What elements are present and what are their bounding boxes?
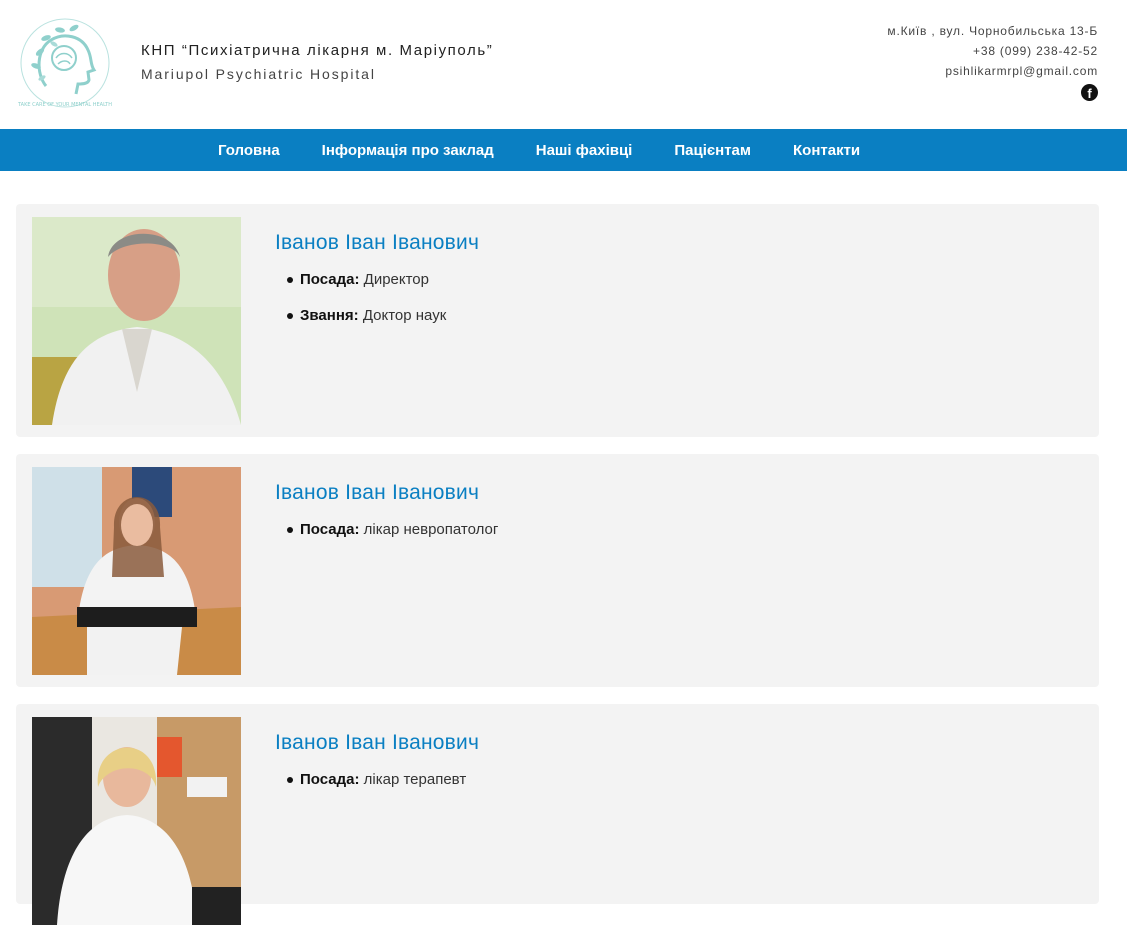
staff-position: Посада: лікар терапевт [287, 770, 466, 790]
hospital-title-en: Mariupol Psychiatric Hospital [141, 66, 376, 82]
staff-position: Посада: лікар невропатолог [287, 520, 498, 540]
staff-card: Іванов Іван Іванович Посада: Директор Зв… [16, 204, 1099, 437]
staff-card: Іванов Іван Іванович Посада: лікар терап… [16, 704, 1099, 925]
site-titles: КНП “Психіатрична лікарня м. Маріуполь” … [141, 42, 493, 82]
nav-item-specialists[interactable]: Наші фахівці [536, 142, 633, 159]
nav-item-patients[interactable]: Пацієнтам [674, 142, 751, 159]
staff-info-list: Посада: Директор Звання: Доктор наук [287, 270, 446, 342]
brain-head-logo-icon: TAKE CARE OF YOUR MENTAL HEALTH [17, 18, 112, 108]
main-nav: Головна Інформація про заклад Наші фахів… [0, 129, 1127, 171]
facebook-icon[interactable]: f [1081, 84, 1098, 101]
staff-name: Іванов Іван Іванович [275, 731, 480, 754]
email-link[interactable]: psihlikarmrpl@gmail.com [887, 61, 1098, 81]
staff-photo [32, 717, 241, 925]
staff-photo [32, 467, 241, 675]
staff-info-list: Посада: лікар невропатолог [287, 520, 498, 556]
nav-item-home[interactable]: Головна [218, 142, 280, 159]
site-header: TAKE CARE OF YOUR MENTAL HEALTH КНП “Пси… [0, 0, 1127, 129]
phone-link[interactable]: +38 (099) 238-42-52 [887, 41, 1098, 61]
logo-text: TAKE CARE OF YOUR MENTAL HEALTH [17, 102, 112, 108]
staff-position: Посада: Директор [287, 270, 446, 290]
staff-info-list: Посада: лікар терапевт [287, 770, 466, 806]
header-contacts: м.Київ , вул. Чорнобильська 13-Б +38 (09… [887, 21, 1098, 81]
staff-name: Іванов Іван Іванович [275, 481, 480, 504]
nav-item-contacts[interactable]: Контакти [793, 142, 860, 159]
staff-card: Іванов Іван Іванович Посада: лікар невро… [16, 454, 1099, 687]
staff-name: Іванов Іван Іванович [275, 231, 480, 254]
address-text: м.Київ , вул. Чорнобильська 13-Б [887, 24, 1098, 38]
hospital-logo[interactable]: TAKE CARE OF YOUR MENTAL HEALTH [16, 14, 114, 112]
staff-rank: Звання: Доктор наук [287, 306, 446, 326]
hospital-title-ua: КНП “Психіатрична лікарня м. Маріуполь” [141, 42, 494, 59]
staff-photo [32, 217, 241, 425]
nav-item-about[interactable]: Інформація про заклад [322, 142, 494, 159]
